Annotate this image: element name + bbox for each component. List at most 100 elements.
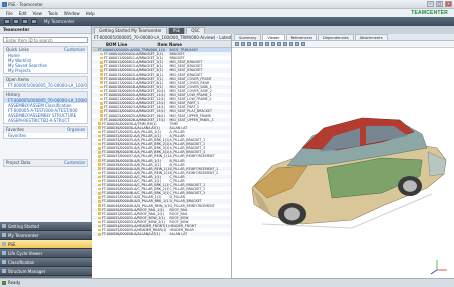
item-revision-icon [98,232,101,236]
quick-links-section: Quick Links Customize Home My Worklist My… [3,46,88,74]
item-revision-icon [100,110,103,113]
item-revision-icon [98,212,101,216]
favorites-section: Favorites Organize Favorites [3,126,88,139]
menu-file[interactable]: File [6,11,13,16]
item-revision-icon [100,114,103,117]
item-revision-icon [98,175,101,179]
item-revision-icon [98,200,101,203]
back-icon[interactable] [13,19,19,24]
item-revision-icon [98,171,101,175]
section-title: Project Data [6,160,31,165]
customize-link[interactable]: Customize [64,47,85,53]
item-revision-icon [100,73,103,76]
classification-icon [2,260,6,264]
tab-viewer[interactable]: Viewer [262,34,285,40]
menu-window[interactable]: Window [64,11,80,16]
search-input[interactable]: Enter Item ID to search [3,37,88,43]
application-buttons: Getting Started My Teamcenter PSE Life C… [0,222,92,285]
view-top-icon[interactable] [295,42,299,46]
minimize-icon[interactable]: – [427,1,434,7]
menu-view[interactable]: View [32,11,42,16]
rotate-icon[interactable] [235,42,239,46]
viewer-icon [2,251,6,255]
item-revision-icon [100,85,103,89]
item-revision-icon [94,48,97,52]
item-revision-icon [98,208,101,211]
nav-pse[interactable]: PSE [0,240,92,249]
axis-triad-icon [430,260,447,275]
favorites-item[interactable]: Favorites [4,133,87,138]
zoom-icon[interactable] [247,42,251,46]
measure-icon[interactable] [271,42,275,46]
nav-getting-started[interactable]: Getting Started [0,222,92,231]
bom-line-cell: FT-000056/000056-A/ALLAN/LAT(1) [92,232,169,236]
open-item[interactable]: FT-000005/000005_70-00000-LA_100/000_TRI… [4,83,87,88]
item-revision-icon [100,65,103,68]
item-revision-icon [98,134,101,138]
item-revision-icon [98,228,101,232]
item-revision-icon [98,130,101,134]
shading-icon[interactable] [277,42,281,46]
maximize-icon[interactable]: □ [436,1,443,7]
view-front-icon[interactable] [289,42,293,46]
nav-my-teamcenter[interactable]: My Teamcenter [0,231,92,240]
quick-link-projects[interactable]: My Projects [4,68,87,73]
tab-referencers[interactable]: Referencers [285,34,318,40]
viewer-pane: Summary Viewer Referencers Dependencies … [232,34,454,278]
window-title: PSE - Teamcenter [8,2,43,7]
fit-icon[interactable] [253,42,257,46]
car-model[interactable] [251,117,447,229]
menu-bar: File Edit View Tools Window Help [0,9,454,17]
forward-icon[interactable] [22,19,28,24]
3d-viewport[interactable] [232,48,454,278]
home-icon[interactable] [4,19,10,24]
tab-getting-started[interactable]: Getting Started My Teamcenter [94,27,167,34]
menu-tools[interactable]: Tools [48,11,58,16]
viewer-toolbar [232,41,454,48]
item-revision-icon [98,187,101,191]
tab-attachments[interactable]: Attachments [354,34,388,40]
item-revision-icon [98,204,101,207]
nav-life-cycle-viewer[interactable]: Life Cycle Viewer [0,249,92,258]
item-revision-icon [98,159,101,162]
status-text: Ready [8,280,21,285]
item-revision-icon [100,77,103,80]
item-revision-icon [98,196,101,199]
select-icon[interactable] [259,42,263,46]
column-item-name[interactable]: Item Name [127,41,182,47]
view-iso-icon[interactable] [301,42,305,46]
tab-summary[interactable]: Summary [234,34,262,40]
teamcenter-icon [2,233,6,237]
main-toolbar: My Teamcenter [0,17,454,26]
customize-link[interactable]: Customize [64,160,85,166]
close-icon[interactable]: × [445,1,452,7]
item-revision-icon [100,69,103,72]
menu-edit[interactable]: Edit [19,11,27,16]
item-revision-icon [98,183,101,187]
history-section: History FT-000005/000005_70-00000-LA_100… [3,91,88,124]
bom-tree-pane: FT-000005/000005_70-00000-LA_100/000_TRI… [92,34,232,278]
bom-path: FT-000005/000005_70-00000-LA_100/000_TRI… [92,34,231,41]
nav-classification[interactable]: Classification [0,258,92,267]
menu-help[interactable]: Help [86,11,95,16]
section-icon[interactable] [265,42,269,46]
toolbar-location: My Teamcenter [44,19,75,24]
pan-icon[interactable] [241,42,245,46]
tab-dependencies[interactable]: Dependencies [318,34,354,40]
table-row[interactable]: FT-000056/000056-A/ALLAN/LAT(1) ALLAN LAT [92,232,231,237]
organize-link[interactable]: Organize [67,127,85,133]
bom-column-headers: BOM Line Item Name [92,41,231,48]
tab-pse[interactable]: PSE [167,27,186,34]
tab-qsc[interactable]: QSC [186,27,205,34]
app-logo-icon [2,2,7,7]
item-revision-icon [100,89,103,93]
history-item[interactable]: ASSEM-RESTRICTED-A-STRUCT [4,118,87,123]
item-revision-icon [98,163,101,166]
wireframe-icon[interactable] [283,42,287,46]
title-bar: PSE - Teamcenter – □ × [0,0,454,9]
item-revision-icon [100,97,103,101]
nav-structure-manager[interactable]: Structure Manager [0,267,92,276]
column-bom-line[interactable]: BOM Line [92,41,127,47]
item-revision-icon [100,101,103,105]
refresh-icon[interactable] [31,19,37,24]
